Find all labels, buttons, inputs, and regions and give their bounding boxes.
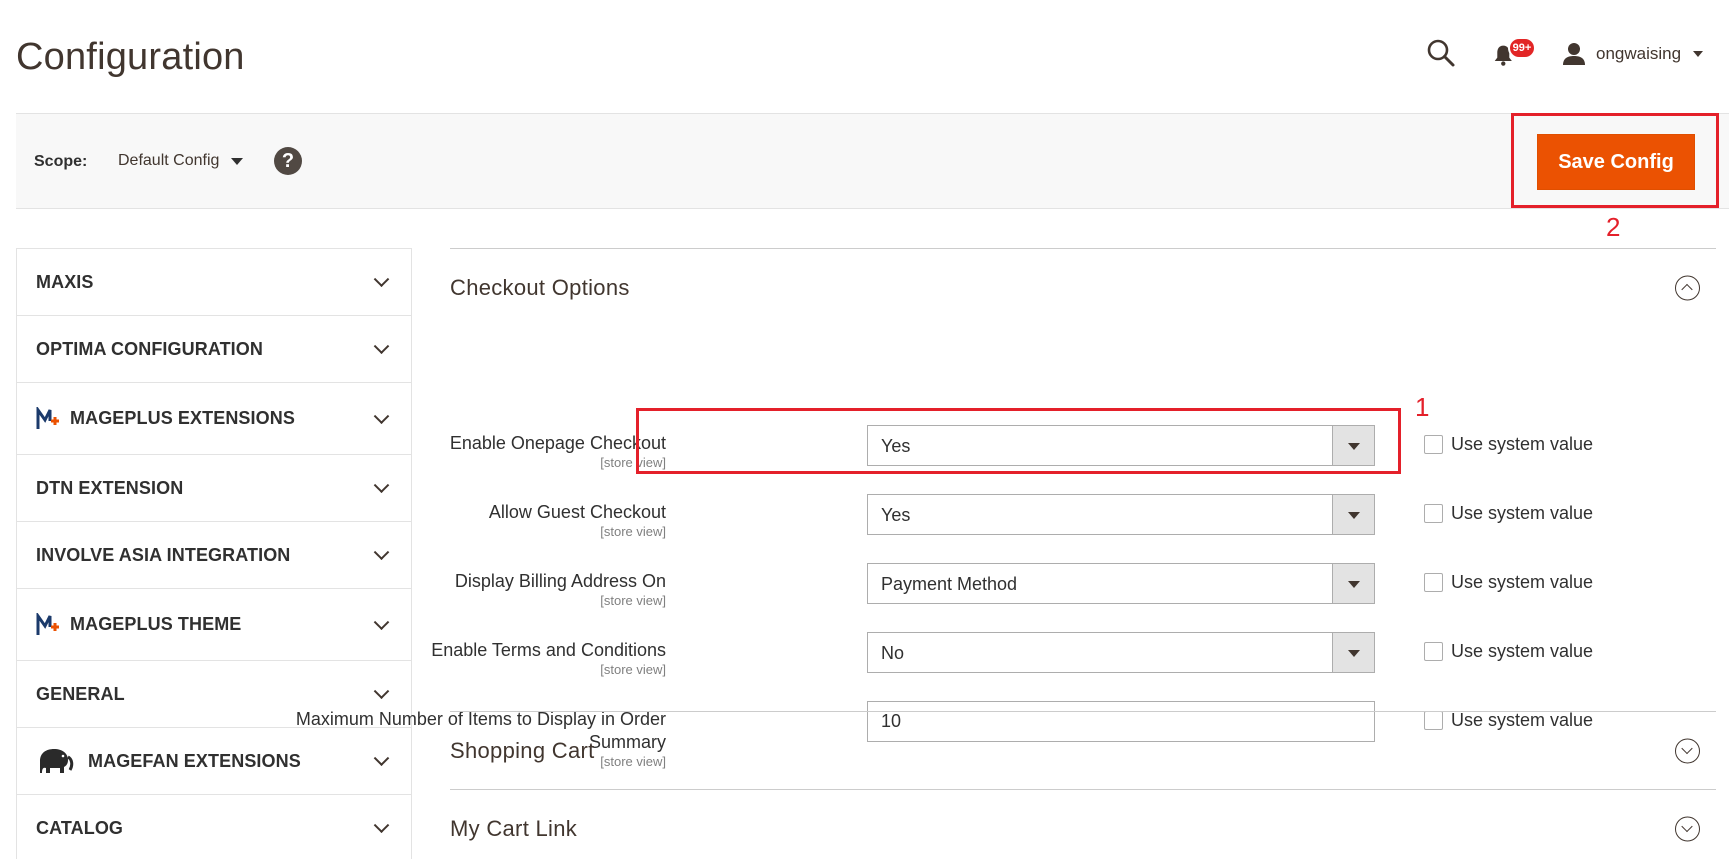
field-scope: [store view] (600, 662, 666, 677)
field-scope: [store view] (600, 455, 666, 470)
display-billing-address-on-select[interactable]: Payment Method (867, 563, 1375, 604)
field-row-allow-guest-checkout: Allow Guest Checkout [store view] Yes Us… (450, 494, 1716, 561)
section-shopping-cart[interactable]: Shopping Cart (450, 711, 1716, 789)
sidebar-item-label: OPTIMA CONFIGURATION (36, 338, 263, 359)
section-my-cart-link[interactable]: My Cart Link (450, 789, 1716, 859)
expand-icon (1675, 738, 1700, 763)
field-row-enable-terms-and-conditions: Enable Terms and Conditions [store view]… (431, 632, 1716, 699)
notification-count-badge: 99+ (1508, 37, 1536, 59)
allow-guest-checkout-select[interactable]: Yes (867, 494, 1375, 535)
field-label-text: Enable Onepage Checkout (449, 433, 666, 453)
annotation-box-save (1511, 113, 1719, 208)
field-label-text: Enable Terms and Conditions (431, 640, 666, 660)
scope-value: Default Config (118, 152, 220, 169)
elephant-icon (40, 749, 74, 773)
checkbox[interactable] (1424, 573, 1443, 592)
dropdown-arrow-icon (1332, 495, 1374, 534)
page-title: Configuration (16, 36, 245, 78)
sidebar-item-maxis[interactable]: MAXIS (17, 249, 411, 316)
checkbox[interactable] (1424, 504, 1443, 523)
sidebar-item-label: INVOLVE ASIA INTEGRATION (36, 544, 291, 565)
field-label: Display Billing Address On [store view] (266, 570, 666, 608)
sidebar-item-label: MAXIS (36, 271, 94, 292)
checkbox[interactable] (1424, 642, 1443, 661)
sidebar-item-label: GENERAL (36, 683, 125, 704)
username: ongwaising (1596, 44, 1682, 63)
sidebar-item-label: CATALOG (36, 817, 124, 838)
mageplus-logo-icon (36, 406, 59, 429)
use-system-value-checkbox[interactable]: Use system value (1424, 434, 1593, 455)
select-value: Payment Method (881, 574, 1018, 594)
config-main: Checkout Options Enable Onepage Checkout… (296, 248, 1716, 859)
search-icon[interactable] (1426, 38, 1456, 68)
field-scope: [store view] (600, 524, 666, 539)
checkbox-label: Use system value (1451, 572, 1594, 592)
scope-label: Scope: (34, 153, 88, 170)
sidebar-item-label: DTN EXTENSION (36, 477, 184, 498)
dropdown-arrow-icon (1332, 633, 1374, 672)
mageplus-logo-icon (36, 612, 59, 635)
scope-bar: Scope: Default Config ? (16, 113, 1729, 209)
chevron-down-icon (373, 544, 390, 561)
checkbox-label: Use system value (1451, 641, 1594, 661)
field-scope: [store view] (600, 593, 666, 608)
use-system-value-checkbox[interactable]: Use system value (1424, 641, 1593, 662)
section-title: My Cart Link (450, 815, 578, 841)
field-label: Enable Terms and Conditions [store view] (266, 639, 666, 677)
annotation-number-2: 2 (1606, 212, 1621, 242)
caret-down-icon (231, 157, 244, 165)
dropdown-arrow-icon (1332, 564, 1374, 603)
field-label: Enable Onepage Checkout [store view] (266, 432, 666, 470)
field-label: Allow Guest Checkout [store view] (266, 501, 666, 539)
checkbox[interactable] (1424, 435, 1443, 454)
chevron-down-icon (373, 338, 390, 355)
checkout-options-form: Enable Onepage Checkout [store view] Yes… (296, 326, 1716, 769)
enable-terms-and-conditions-select[interactable]: No (867, 632, 1375, 673)
user-icon (1563, 43, 1585, 65)
annotation-number-1: 1 (1415, 392, 1430, 422)
help-icon[interactable]: ? (274, 147, 302, 175)
chevron-down-icon (373, 271, 390, 288)
field-label-text: Display Billing Address On (454, 571, 666, 591)
expand-icon (1675, 816, 1700, 841)
scope-switcher[interactable]: Default Config (118, 152, 244, 170)
field-row-display-billing-address-on: Display Billing Address On [store view] … (450, 563, 1716, 630)
checkbox-label: Use system value (1451, 434, 1594, 454)
sidebar-item-catalog[interactable]: CATALOG (17, 795, 411, 859)
section-title: Shopping Cart (450, 737, 595, 763)
chevron-down-icon (373, 683, 390, 700)
checkbox-label: Use system value (1451, 503, 1594, 523)
field-label-text: Allow Guest Checkout (488, 502, 666, 522)
use-system-value-checkbox[interactable]: Use system value (1424, 503, 1593, 524)
select-value: Yes (881, 505, 911, 525)
chevron-down-icon (373, 817, 390, 834)
sidebar-item-label: MAGEPLUS THEME (70, 614, 242, 634)
user-menu[interactable]: ongwaising (1562, 40, 1704, 68)
chevron-down-icon (373, 407, 390, 424)
chevron-down-icon (373, 477, 390, 494)
collapse-icon (1675, 275, 1700, 300)
annotation-box-guest-checkout (636, 408, 1401, 474)
section-checkout-options[interactable]: Checkout Options (450, 248, 1716, 326)
chevron-down-icon (373, 613, 390, 630)
notifications-button[interactable]: 99+ (1493, 37, 1536, 68)
select-value: No (881, 643, 905, 663)
section-title: Checkout Options (450, 274, 630, 300)
use-system-value-checkbox[interactable]: Use system value (1424, 572, 1593, 593)
sidebar-item-label: MAGEPLUS EXTENSIONS (70, 408, 295, 428)
chevron-down-icon (1693, 51, 1704, 57)
sidebar-item-optima-configuration[interactable]: OPTIMA CONFIGURATION (17, 316, 411, 383)
